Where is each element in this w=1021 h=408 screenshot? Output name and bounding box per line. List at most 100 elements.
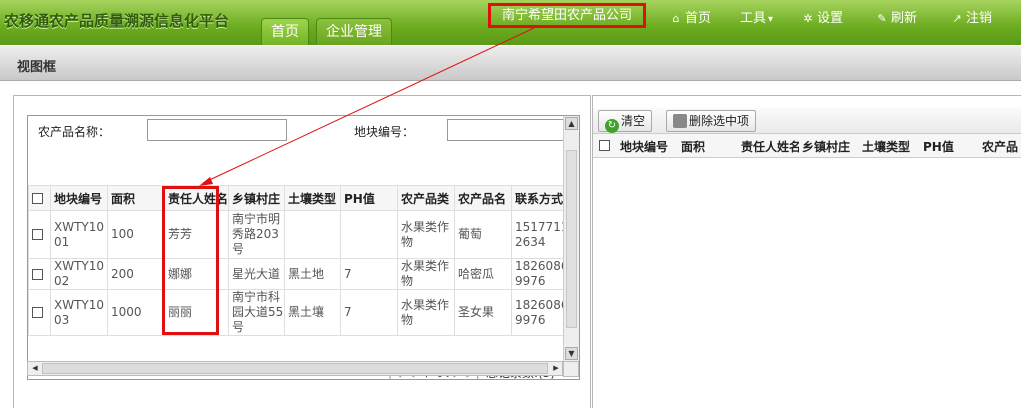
plot-code-cell: XWTY1003 bbox=[50, 289, 108, 336]
clear-button[interactable]: ↻ 清空 bbox=[598, 110, 653, 133]
left-panel: 农产品名称： 地块编号： 地块编号 面积 责任人姓名 乡镇村庄 土壤类型 PH值 bbox=[13, 95, 591, 408]
column-header[interactable]: 农产品名 bbox=[454, 185, 513, 211]
village-cell: 南宁市明秀路203号 bbox=[228, 210, 286, 259]
nav-tools[interactable]: 工具 ▾ bbox=[740, 7, 773, 26]
row-checkbox[interactable] bbox=[32, 307, 43, 318]
vertical-scrollbar[interactable]: ▲ ▼ bbox=[563, 116, 579, 363]
plot-code-input[interactable] bbox=[447, 119, 565, 141]
area-cell: 1000 bbox=[107, 289, 165, 336]
dropdown-icon: ▾ bbox=[768, 14, 774, 25]
vertical-scroll-thumb[interactable] bbox=[566, 150, 577, 328]
row-select-cell bbox=[28, 289, 51, 336]
column-header[interactable]: 责任人姓名 bbox=[163, 185, 230, 211]
gear-icon: ✲ bbox=[803, 12, 813, 25]
scroll-down-icon[interactable]: ▼ bbox=[565, 347, 578, 360]
scroll-left-icon[interactable]: ◀ bbox=[29, 363, 41, 374]
tab-enterprise-management[interactable]: 企业管理 bbox=[316, 18, 392, 45]
person-cell: 娜娜 bbox=[163, 258, 230, 290]
select-all-cell bbox=[28, 185, 51, 211]
delete-selected-label: 删除选中项 bbox=[689, 114, 750, 128]
right-table-header: 地块编号 面积 责任人姓名 乡镇村庄 土壤类型 PH值 农产品 bbox=[593, 134, 1021, 158]
home-icon: ⌂ bbox=[672, 12, 680, 25]
village-cell: 星光大道 bbox=[228, 258, 286, 290]
area-cell: 200 bbox=[107, 258, 165, 290]
column-header[interactable]: 土壤类型 bbox=[284, 185, 342, 211]
village-cell: 南宁市科园大道55号 bbox=[228, 289, 286, 336]
column-header[interactable]: 地块编号 bbox=[50, 185, 108, 211]
product-name-input[interactable] bbox=[147, 119, 287, 141]
row-checkbox[interactable] bbox=[32, 268, 43, 280]
column-header[interactable]: 土壤类型 bbox=[862, 138, 910, 155]
ph-cell: 7 bbox=[340, 258, 399, 290]
nav-settings[interactable]: ✲ 设置 bbox=[802, 7, 843, 26]
scroll-up-icon[interactable]: ▲ bbox=[565, 117, 578, 130]
filter-bar: 农产品名称： 地块编号： bbox=[28, 116, 565, 186]
product-cell: 圣女果 bbox=[454, 289, 513, 336]
nav-settings-label: 设置 bbox=[817, 11, 844, 26]
select-all-checkbox[interactable] bbox=[599, 140, 610, 151]
product-cell: 葡萄 bbox=[454, 210, 513, 259]
table-row[interactable]: XWTY1003 1000 丽丽 南宁市科园大道55号 黑土壤 7 水果类作物 … bbox=[28, 289, 573, 336]
app-header: 农移通农产品质量溯源信息化平台 首页 企业管理 南宁希望田农产品公司 ⌂ 首页 工… bbox=[0, 0, 1021, 45]
soil-cell: 黑土地 bbox=[284, 258, 342, 290]
table-row[interactable]: XWTY1001 100 芳芳 南宁市明秀路203号 水果类作物 葡萄 1517… bbox=[28, 210, 573, 259]
column-header[interactable]: 农产品类 bbox=[397, 185, 456, 211]
soil-cell bbox=[284, 210, 342, 259]
plot-table: 地块编号 面积 责任人姓名 乡镇村庄 土壤类型 PH值 农产品类 农产品名 联系… bbox=[28, 185, 573, 336]
row-select-cell bbox=[28, 210, 51, 259]
table-row[interactable]: XWTY1002 200 娜娜 星光大道 黑土地 7 水果类作物 哈密瓜 182… bbox=[28, 258, 573, 290]
column-header[interactable]: PH值 bbox=[923, 138, 954, 155]
column-header[interactable]: 乡镇村庄 bbox=[228, 185, 286, 211]
product-cell: 哈密瓜 bbox=[454, 258, 513, 290]
nav-tools-label: 工具 bbox=[740, 11, 767, 26]
select-all-checkbox[interactable] bbox=[32, 193, 43, 204]
product-name-label: 农产品名称： bbox=[38, 125, 111, 139]
scroll-corner bbox=[563, 361, 579, 377]
plot-code-label: 地块编号： bbox=[354, 125, 415, 139]
refresh-icon: ↻ bbox=[605, 119, 619, 133]
plot-code-cell: XWTY1001 bbox=[50, 210, 108, 259]
page-title: 视图框 bbox=[17, 60, 57, 75]
refresh-icon: ✎ bbox=[877, 12, 887, 25]
column-header[interactable]: 地块编号 bbox=[620, 138, 668, 155]
nav-logout[interactable]: ↗ 注销 bbox=[951, 7, 992, 26]
horizontal-scrollbar[interactable]: ◀ ▶ bbox=[27, 361, 563, 376]
trash-icon bbox=[673, 114, 687, 128]
company-name: 南宁希望田农产品公司 bbox=[488, 3, 646, 28]
row-checkbox[interactable] bbox=[32, 229, 43, 240]
view-frame-titlebar: 视图框 bbox=[0, 45, 1021, 81]
person-cell: 芳芳 bbox=[163, 210, 230, 259]
nav-refresh[interactable]: ✎ 刷新 bbox=[876, 7, 917, 26]
nav-home-label: 首页 bbox=[685, 11, 712, 26]
nav-refresh-label: 刷新 bbox=[891, 11, 918, 26]
soil-cell: 黑土壤 bbox=[284, 289, 342, 336]
nav-home[interactable]: ⌂ 首页 bbox=[670, 7, 712, 26]
logout-icon: ↗ bbox=[952, 12, 962, 25]
table-header-row: 地块编号 面积 责任人姓名 乡镇村庄 土壤类型 PH值 农产品类 农产品名 联系… bbox=[28, 185, 573, 211]
column-header[interactable]: 面积 bbox=[107, 185, 165, 211]
row-select-cell bbox=[28, 258, 51, 290]
scroll-right-icon[interactable]: ▶ bbox=[550, 363, 562, 374]
category-cell: 水果类作物 bbox=[397, 258, 456, 290]
horizontal-scroll-thumb[interactable] bbox=[42, 363, 548, 374]
column-header[interactable]: 农产品 bbox=[982, 138, 1018, 155]
column-header[interactable]: 面积 bbox=[681, 138, 705, 155]
nav-logout-label: 注销 bbox=[966, 11, 993, 26]
category-cell: 水果类作物 bbox=[397, 210, 456, 259]
app-brand-title: 农移通农产品质量溯源信息化平台 bbox=[4, 12, 230, 30]
column-header[interactable]: 责任人姓名 bbox=[741, 138, 799, 155]
right-toolbar: ↻ 清空 删除选中项 bbox=[593, 108, 1021, 134]
selected-items-panel: ↻ 清空 删除选中项 地块编号 面积 责任人姓名 乡镇村庄 土壤类型 PH值 农产… bbox=[592, 95, 1021, 408]
category-cell: 水果类作物 bbox=[397, 289, 456, 336]
area-cell: 100 bbox=[107, 210, 165, 259]
ph-cell: 7 bbox=[340, 289, 399, 336]
tab-home[interactable]: 首页 bbox=[261, 18, 309, 45]
delete-selected-button[interactable]: 删除选中项 bbox=[666, 110, 757, 132]
ph-cell bbox=[340, 210, 399, 259]
clear-button-label: 清空 bbox=[621, 114, 646, 128]
plot-grid: 农产品名称： 地块编号： 地块编号 面积 责任人姓名 乡镇村庄 土壤类型 PH值 bbox=[27, 115, 580, 380]
plot-code-cell: XWTY1002 bbox=[50, 258, 108, 290]
column-header[interactable]: PH值 bbox=[340, 185, 399, 211]
column-header[interactable]: 乡镇村庄 bbox=[802, 138, 850, 155]
person-cell: 丽丽 bbox=[163, 289, 230, 336]
